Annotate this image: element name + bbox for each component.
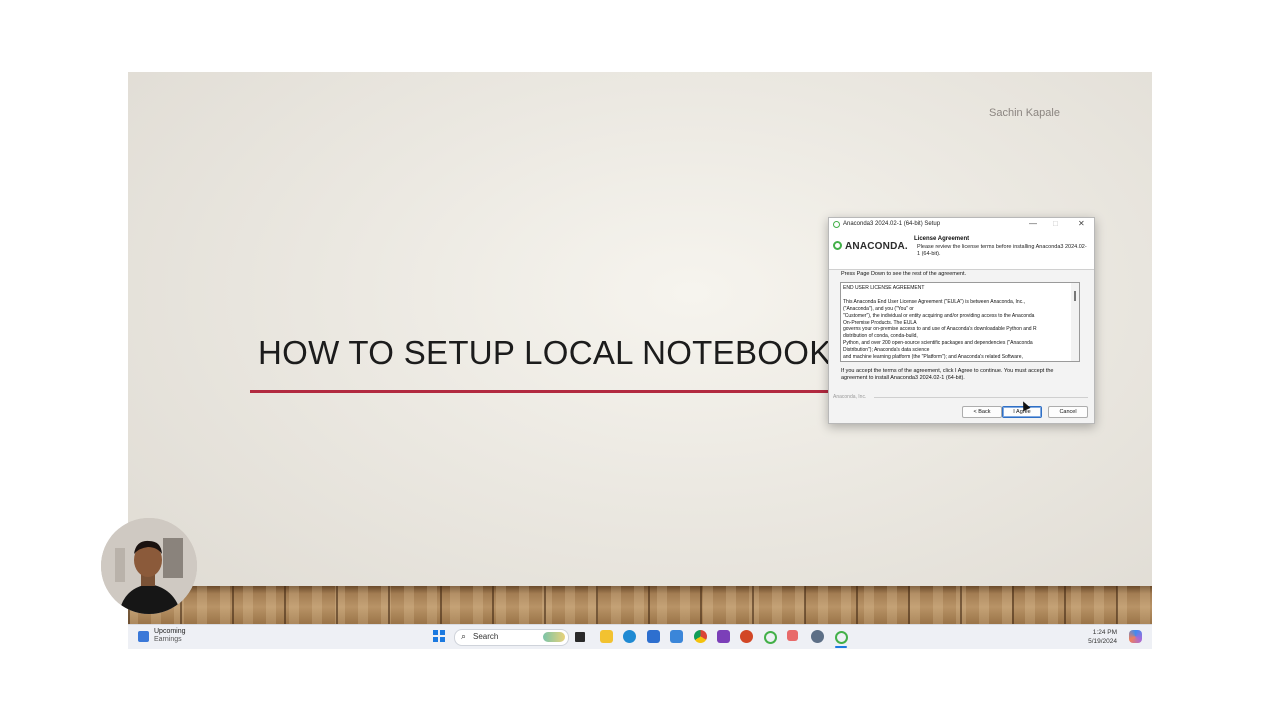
taskbar-search-input[interactable]: ⌕ Search (454, 629, 569, 646)
mail-icon[interactable] (647, 630, 660, 643)
license-line (843, 292, 1071, 299)
file-explorer-icon[interactable] (600, 630, 613, 643)
license-line: END USER LICENSE AGREEMENT (843, 285, 925, 291)
slide-title: HOW TO SETUP LOCAL NOTEBOOK (258, 334, 832, 371)
task-view-icon[interactable] (575, 632, 585, 642)
news-icon (138, 631, 149, 642)
settings-icon[interactable] (811, 630, 824, 643)
footer-divider (874, 397, 1088, 398)
anaconda-setup-icon[interactable] (835, 631, 848, 644)
edge-icon[interactable] (623, 630, 636, 643)
license-line: This Anaconda End User License Agreement… (843, 298, 1025, 305)
active-app-indicator (835, 646, 847, 648)
clock-time: 1:24 PM (1092, 629, 1117, 636)
back-button[interactable]: < Back (962, 406, 1002, 418)
dialog-header: ANACONDA. License Agreement Please revie… (829, 231, 1094, 270)
slide-author: Sachin Kapale (989, 107, 1060, 119)
presenter-avatar (101, 518, 197, 614)
license-line: Distribution"); Anaconda's data science (843, 347, 930, 354)
search-placeholder: Search (473, 632, 499, 641)
minimize-button[interactable]: — (1029, 219, 1037, 228)
store-icon[interactable] (670, 630, 683, 643)
search-highlight-icon (543, 632, 565, 642)
onenote-icon[interactable] (717, 630, 730, 643)
widget-subtitle: Earnings (154, 636, 182, 643)
clock-date: 5/19/2024 (1088, 638, 1117, 645)
license-line: Python, and over 200 open-source scienti… (843, 340, 1033, 347)
setup-app-icon (833, 221, 840, 228)
close-button[interactable]: ✕ (1078, 219, 1085, 228)
dialog-title: Anaconda3 2024.02-1 (64-bit) Setup (843, 221, 941, 227)
copilot-icon[interactable] (1129, 630, 1142, 643)
license-text: END USER LICENSE AGREEMENT This Anaconda… (843, 285, 1071, 361)
anaconda-logo-icon (833, 241, 842, 250)
license-text-area[interactable]: END USER LICENSE AGREEMENT This Anaconda… (840, 282, 1080, 362)
anaconda-setup-dialog: Anaconda3 2024.02-1 (64-bit) Setup — □ ✕… (828, 217, 1095, 424)
license-line: and machine learning platform (the "Plat… (843, 354, 1023, 361)
windows-start-icon[interactable] (433, 630, 445, 642)
license-line: governs your on-premise access to and us… (843, 326, 1037, 333)
search-icon: ⌕ (461, 631, 467, 641)
license-scrollbar[interactable] (1071, 283, 1079, 361)
accept-instructions: If you accept the terms of the agreement… (841, 368, 1054, 381)
page-down-note: Press Page Down to see the rest of the a… (841, 271, 967, 277)
title-underline (250, 390, 830, 393)
brand-footer: Anaconda, Inc. (833, 394, 867, 400)
header-title: License Agreement (914, 236, 970, 242)
chrome-icon[interactable] (694, 630, 707, 643)
powerpoint-icon[interactable] (740, 630, 753, 643)
license-line: "Customer"), the individual or entity ac… (843, 312, 1035, 319)
license-line: ("Anaconda"), and you ("You" or (843, 305, 914, 312)
widget-title: Upcoming (154, 628, 186, 635)
snipping-icon[interactable] (787, 630, 798, 641)
scrollbar-thumb[interactable] (1074, 291, 1076, 301)
license-line: distribution of conda, conda-build, (843, 333, 918, 340)
wooden-floor-decoration (128, 586, 1152, 624)
maximize-button[interactable]: □ (1053, 219, 1058, 228)
anaconda-icon[interactable] (764, 631, 777, 644)
webcam-presenter-video (101, 518, 197, 614)
license-line: On-Premise Products. The EULA (843, 319, 917, 326)
anaconda-logo: ANACONDA. (845, 241, 908, 252)
dialog-titlebar[interactable]: Anaconda3 2024.02-1 (64-bit) Setup — □ ✕ (829, 218, 1094, 231)
cancel-button[interactable]: Cancel (1048, 406, 1088, 418)
system-clock[interactable]: 1:24 PM 5/19/2024 (1083, 628, 1117, 646)
windows-taskbar: Upcoming Earnings ⌕ Search 1:24 PM 5/19/… (128, 624, 1152, 649)
header-subtitle: Please review the license terms before i… (917, 244, 1087, 257)
